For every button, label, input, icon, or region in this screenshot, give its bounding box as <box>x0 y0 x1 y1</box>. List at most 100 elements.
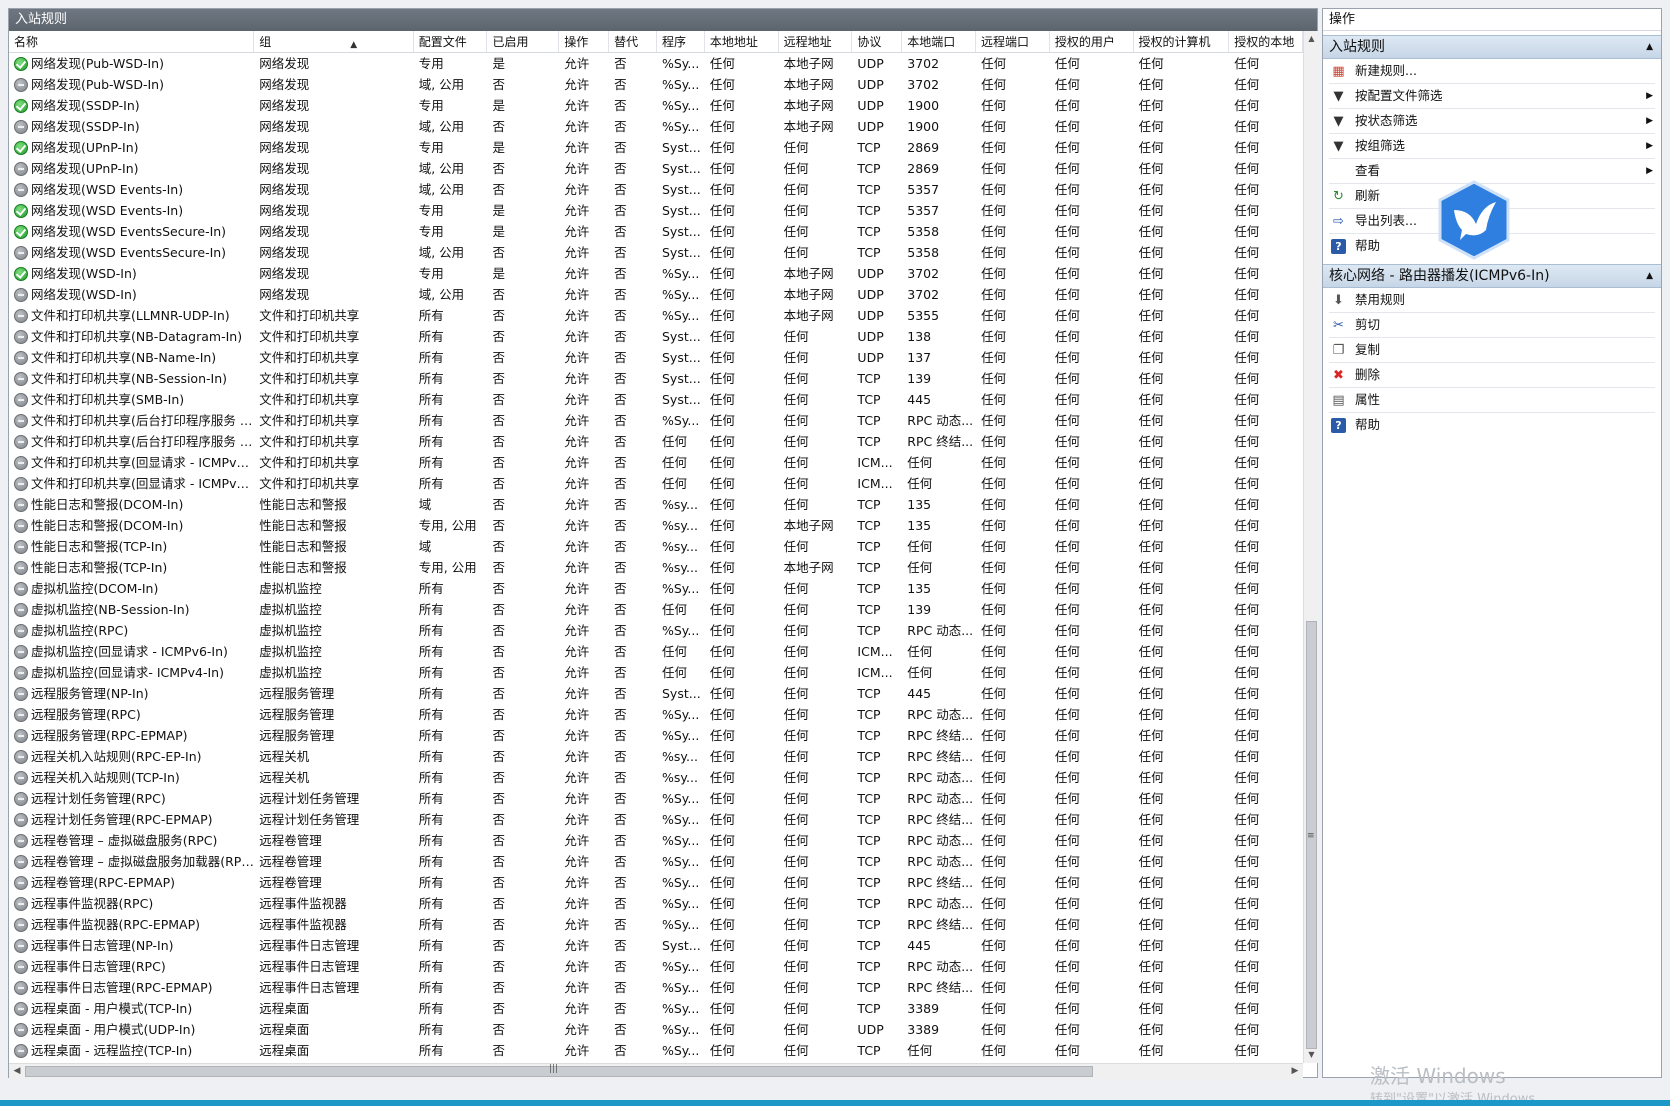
cell-group: 虚拟机监控 <box>259 644 322 659</box>
horizontal-scrollbar[interactable]: ◀ ||| ▶ <box>9 1063 1303 1079</box>
cell-enabled: 否 <box>492 728 506 743</box>
table-row[interactable]: 远程关机入站规则(RPC-EP-In) 远程关机 所有 否 允许 否 %sy... 任何 任何 T… <box>9 746 1303 767</box>
table-row[interactable]: 虚拟机监控(回显请求- ICMPv4-In) 虚拟机监控 所有 否 允许 否 任何 任何 任何 I… <box>9 662 1303 683</box>
action-item[interactable]: ⬇ 禁用规则 <box>1323 288 1661 312</box>
table-row[interactable]: 文件和打印机共享(NB-Session-In) 文件和打印机共享 所有 否 允许 否 Sys… <box>9 368 1303 389</box>
table-row[interactable]: 远程计划任务管理(RPC-EPMAP) 远程计划任务管理 所有 否 允许 否 %Sy... 任… <box>9 809 1303 830</box>
table-row[interactable]: 虚拟机监控(回显请求 - ICMPv6-In) 虚拟机监控 所有 否 允许 否 任何 任何 任何… <box>9 641 1303 662</box>
column-header-action[interactable]: 操作 <box>559 31 610 52</box>
column-header-local_addr[interactable]: 本地地址 <box>705 31 779 52</box>
table-row[interactable]: 远程事件日志管理(NP-In) 远程事件日志管理 所有 否 允许 否 Syst... 任何 任何… <box>9 935 1303 956</box>
cell-name: 性能日志和警报(DCOM-In) <box>9 494 254 515</box>
cell-local_addr: 任何 <box>709 392 735 407</box>
table-row[interactable]: 虚拟机监控(RPC) 虚拟机监控 所有 否 允许 否 %Sy... 任何 任何 TCP RPC 动态… <box>9 620 1303 641</box>
table-row[interactable]: 远程服务管理(NP-In) 远程服务管理 所有 否 允许 否 Syst... 任何 任何 TCP 4… <box>9 683 1303 704</box>
column-header-program[interactable]: 程序 <box>657 31 705 52</box>
table-row[interactable]: 远程桌面 - 用户模式(TCP-In) 远程桌面 所有 否 允许 否 %Sy... 任何 任何 T… <box>9 998 1303 1019</box>
table-row[interactable]: 远程事件日志管理(RPC-EPMAP) 远程事件日志管理 所有 否 允许 否 %Sy... 任… <box>9 977 1303 998</box>
cell-profile: 所有 <box>418 371 444 386</box>
table-row[interactable]: 文件和打印机共享(SMB-In) 文件和打印机共享 所有 否 允许 否 Syst... 任何 任… <box>9 389 1303 410</box>
table-row[interactable]: 网络发现(WSD-In) 网络发现 域, 公用 否 允许 否 %Sy... 任何 本地子网 UDP… <box>9 284 1303 305</box>
section-inbound-rules[interactable]: 入站规则 ▲ <box>1323 35 1661 59</box>
column-header-auth_computers[interactable]: 授权的计算机 <box>1134 31 1230 52</box>
table-row[interactable]: 文件和打印机共享(NB-Datagram-In) 文件和打印机共享 所有 否 允许 否 Sy… <box>9 326 1303 347</box>
table-row[interactable]: 远程事件日志管理(RPC) 远程事件日志管理 所有 否 允许 否 %Sy... 任何 任何 TCP… <box>9 956 1303 977</box>
table-row[interactable]: 网络发现(WSD-In) 网络发现 专用 是 允许 否 %Sy... 任何 本地子网 UDP 370… <box>9 263 1303 284</box>
column-header-remote_port[interactable]: 远程端口 <box>976 31 1050 52</box>
cell-profile: 所有 <box>418 1043 444 1058</box>
cell-program: %Sy... <box>662 812 700 827</box>
table-row[interactable]: 虚拟机监控(DCOM-In) 虚拟机监控 所有 否 允许 否 %Sy... 任何 任何 TCP 13… <box>9 578 1303 599</box>
table-row[interactable]: 网络发现(SSDP-In) 网络发现 域, 公用 否 允许 否 %Sy... 任何 本地子网 UD… <box>9 116 1303 137</box>
column-header-row: 名称组 ▲ 配置文件 已启用 操作 替代 程序 本地地址 远程地址 协议 本地端口 远程端口 授权的用户… <box>9 31 1304 53</box>
horizontal-scroll-thumb[interactable] <box>25 1066 1093 1077</box>
table-row[interactable]: 文件和打印机共享(后台打印程序服务 - R... 文件和打印机共享 所有 否 允许 否 任何… <box>9 431 1303 452</box>
column-header-enabled[interactable]: 已启用 <box>487 31 560 52</box>
scroll-right-arrow-icon[interactable]: ▶ <box>1287 1064 1303 1080</box>
table-row[interactable]: 远程事件监视器(RPC) 远程事件监视器 所有 否 允许 否 %Sy... 任何 任何 TCP RP… <box>9 893 1303 914</box>
table-row[interactable]: 性能日志和警报(TCP-In) 性能日志和警报 域 否 允许 否 %sy... 任何 任何 TCP… <box>9 536 1303 557</box>
rules-list[interactable]: 网络发现(Pub-WSD-In) 网络发现 专用是允许否 %Sy... 任何 本地子网 UD… <box>9 53 1303 1063</box>
table-row[interactable]: 远程卷管理 – 虚拟磁盘服务加载器(RPC) 远程卷管理 所有 否 允许 否 %Sy... 任… <box>9 851 1303 872</box>
action-item[interactable]: ? 帮助 <box>1323 413 1661 437</box>
table-row[interactable]: 远程桌面 - 远程监控(TCP-In) 远程桌面 所有 否 允许 否 %Sy... 任何 任何 T… <box>9 1040 1303 1061</box>
collapse-icon[interactable]: ▲ <box>1646 36 1653 58</box>
table-row[interactable]: 性能日志和警报(DCOM-In) 性能日志和警报 域 否 允许 否 %sy... 任何 任何 TC… <box>9 494 1303 515</box>
column-header-group[interactable]: 组 ▲ <box>254 31 414 52</box>
action-item[interactable]: ▼ 按组筛选 ▶ <box>1323 134 1661 158</box>
column-header-protocol[interactable]: 协议 <box>852 31 903 52</box>
rule-disabled-icon <box>14 309 28 323</box>
table-row[interactable]: 文件和打印机共享(回显请求 - ICMPv4-In) 文件和打印机共享 所有 否 允许 否… <box>9 452 1303 473</box>
column-header-auth_local[interactable]: 授权的本地 <box>1229 31 1304 52</box>
cell-action: 允许 <box>564 350 590 365</box>
action-item[interactable]: ✂ 剪切 <box>1323 313 1661 337</box>
table-row[interactable]: 文件和打印机共享(回显请求 - ICMPv6-In) 文件和打印机共享 所有 否 允许 否… <box>9 473 1303 494</box>
table-row[interactable]: 远程服务管理(RPC-EPMAP) 远程服务管理 所有 否 允许 否 %Sy... 任何 任何 T… <box>9 725 1303 746</box>
action-item[interactable]: ▦ 新建规则... <box>1323 59 1661 83</box>
table-row[interactable]: 远程服务管理(RPC) 远程服务管理 所有 否 允许 否 %Sy... 任何 任何 TCP RPC … <box>9 704 1303 725</box>
table-row[interactable]: 网络发现(Pub-WSD-In) 网络发现 域, 公用 否 允许 否 %Sy... 任何 本地子… <box>9 74 1303 95</box>
table-row[interactable]: 远程关机入站规则(TCP-In) 远程关机 所有 否 允许 否 %sy... 任何 任何 TCP R… <box>9 767 1303 788</box>
action-item[interactable]: ▤ 属性 <box>1323 388 1661 412</box>
table-row[interactable]: 文件和打印机共享(LLMNR-UDP-In) 文件和打印机共享 所有 否 允许 否 %Sy.… <box>9 305 1303 326</box>
table-row[interactable]: 网络发现(UPnP-In) 网络发现 专用 是 允许 否 Syst... 任何 任何 TCP 286… <box>9 137 1303 158</box>
table-row[interactable]: 远程卷管理 – 虚拟磁盘服务(RPC) 远程卷管理 所有 否 允许 否 %Sy... 任何 任何… <box>9 830 1303 851</box>
scroll-down-arrow-icon[interactable]: ▼ <box>1304 1047 1319 1063</box>
action-item[interactable]: ▼ 按状态筛选 ▶ <box>1323 109 1661 133</box>
action-label: 导出列表... <box>1355 213 1417 228</box>
section-selected-rule[interactable]: 核心网络 - 路由器播发(ICMPv6-In) ▲ <box>1323 264 1661 288</box>
column-header-name[interactable]: 名称 <box>9 31 255 52</box>
action-item[interactable]: ✖ 删除 <box>1323 363 1661 387</box>
table-row[interactable]: 网络发现(UPnP-In) 网络发现 域, 公用 否 允许 否 Syst... 任何 任何 TCP… <box>9 158 1303 179</box>
table-row[interactable]: 网络发现(WSD Events-In) 网络发现 专用 是 允许 否 Syst... 任何 任何… <box>9 200 1303 221</box>
column-header-remote_addr[interactable]: 远程地址 <box>779 31 853 52</box>
table-row[interactable]: 虚拟机监控(NB-Session-In) 虚拟机监控 所有 否 允许 否 任何 任何 任何 TCP… <box>9 599 1303 620</box>
table-row[interactable]: 远程事件监视器(RPC-EPMAP) 远程事件监视器 所有 否 允许 否 %Sy... 任何 任… <box>9 914 1303 935</box>
column-header-override[interactable]: 替代 <box>609 31 657 52</box>
scroll-up-arrow-icon[interactable]: ▲ <box>1304 31 1319 47</box>
table-row[interactable]: 网络发现(SSDP-In) 网络发现 专用 是 允许 否 %Sy... 任何 本地子网 UDP 19… <box>9 95 1303 116</box>
table-row[interactable]: 网络发现(WSD Events-In) 网络发现 域, 公用 否 允许 否 Syst... 任… <box>9 179 1303 200</box>
action-item[interactable]: ❐ 复制 <box>1323 338 1661 362</box>
cell-profile: 所有 <box>418 413 444 428</box>
table-row[interactable]: 远程卷管理(RPC-EPMAP) 远程卷管理 所有 否 允许 否 %Sy... 任何 任何 TCP… <box>9 872 1303 893</box>
table-row[interactable]: 文件和打印机共享(NB-Name-In) 文件和打印机共享 所有 否 允许 否 Syst..… <box>9 347 1303 368</box>
section-title: 入站规则 <box>1329 39 1385 55</box>
table-row[interactable]: 网络发现(WSD EventsSecure-In) 网络发现 专用 是 允许 否 Syst.… <box>9 221 1303 242</box>
table-row[interactable]: 远程计划任务管理(RPC) 远程计划任务管理 所有 否 允许 否 %Sy... 任何 任何 TCP… <box>9 788 1303 809</box>
collapse-icon[interactable]: ▲ <box>1646 265 1653 287</box>
column-header-profile[interactable]: 配置文件 <box>414 31 488 52</box>
table-row[interactable]: 网络发现(WSD EventsSecure-In) 网络发现 域, 公用 否 允许 否 Sy… <box>9 242 1303 263</box>
cell-action: 允许 <box>564 140 590 155</box>
scroll-left-arrow-icon[interactable]: ◀ <box>9 1064 25 1080</box>
action-item[interactable]: ▼ 按配置文件筛选 ▶ <box>1323 84 1661 108</box>
table-row[interactable]: 远程桌面 - 用户模式(UDP-In) 远程桌面 所有 否 允许 否 %Sy... 任何 任何 U… <box>9 1019 1303 1040</box>
column-header-auth_users[interactable]: 授权的用户 <box>1050 31 1134 52</box>
table-row[interactable]: 文件和打印机共享(后台打印程序服务 - R... 文件和打印机共享 所有 否 允许 否 %S… <box>9 410 1303 431</box>
column-header-local_port[interactable]: 本地端口 <box>902 31 977 52</box>
vertical-scrollbar[interactable]: ▲ ≡ ▼ <box>1303 31 1318 1063</box>
table-row[interactable]: 网络发现(Pub-WSD-In) 网络发现 专用 是 允许 否 %Sy... 任何 本地子网 UD… <box>9 53 1303 74</box>
table-row[interactable]: 性能日志和警报(DCOM-In) 性能日志和警报 专用, 公用否允许否 %sy... 任… <box>9 515 1303 536</box>
cell-remote_port: 任何 <box>981 77 1007 92</box>
table-row[interactable]: 性能日志和警报(TCP-In) 性能日志和警报 专用, 公用否允许否 %sy... 任何… <box>9 557 1303 578</box>
